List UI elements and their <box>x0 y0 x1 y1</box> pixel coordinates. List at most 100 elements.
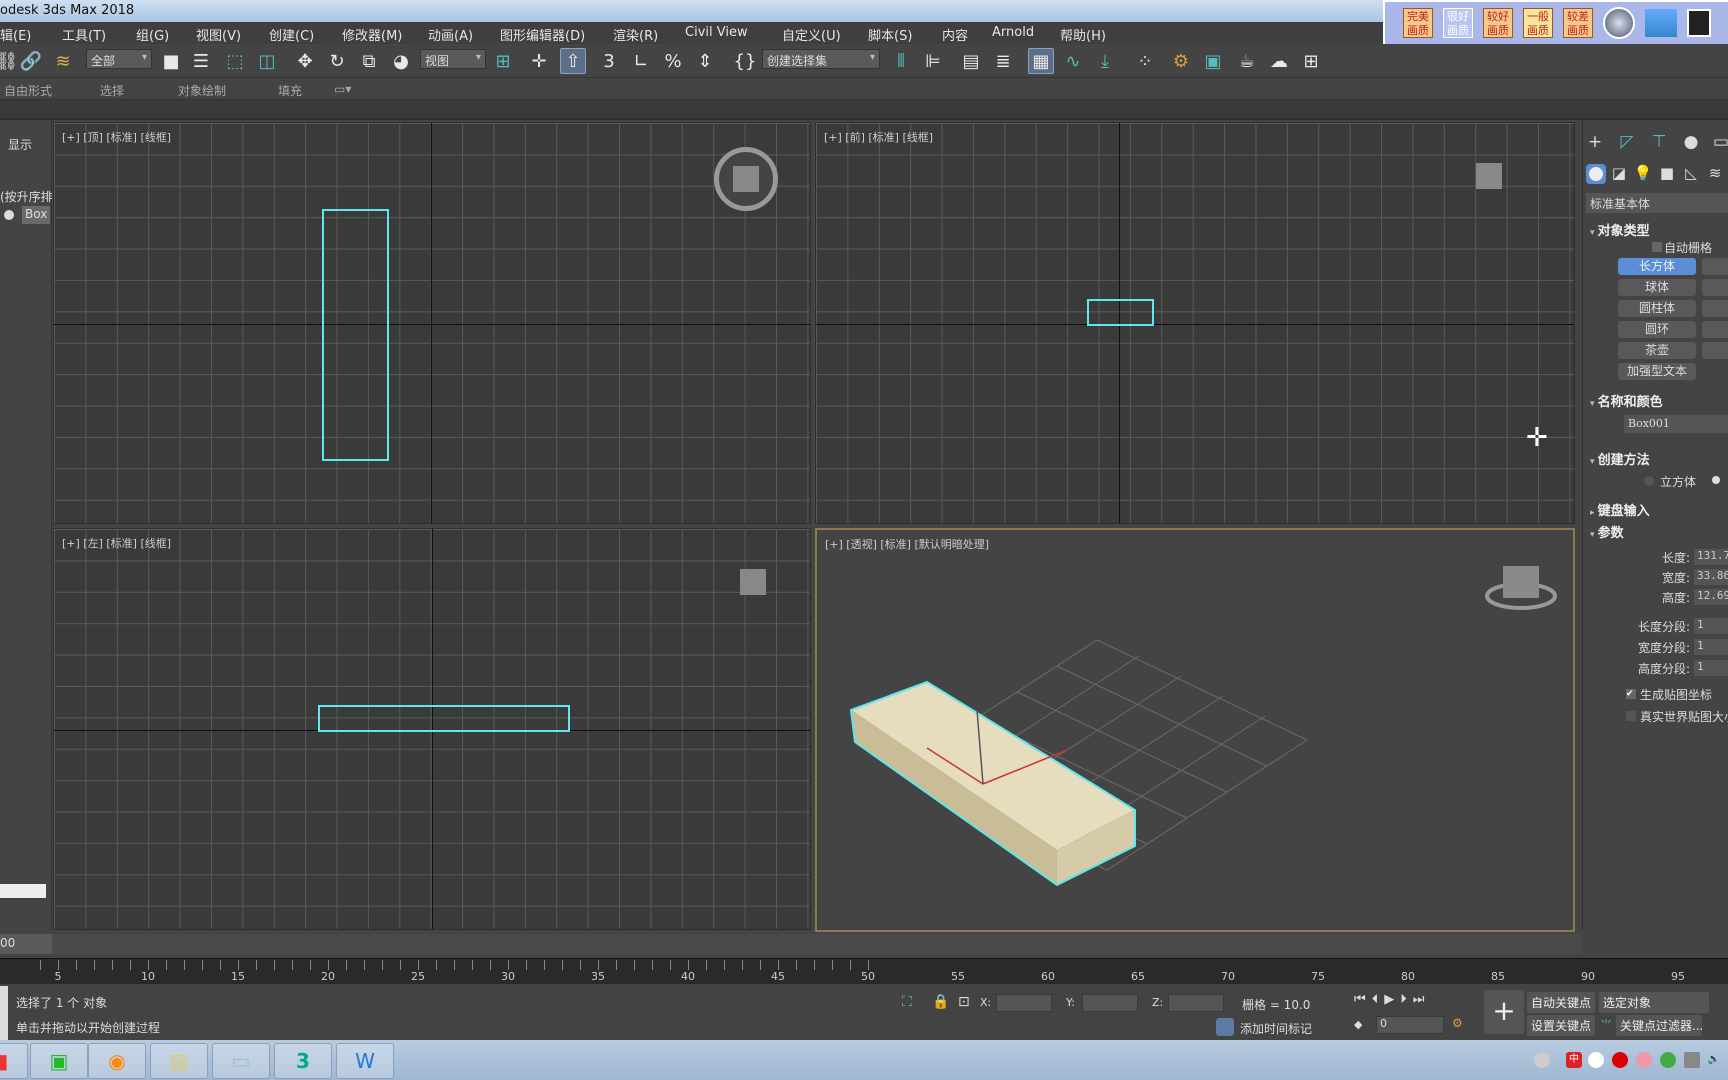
width-input[interactable]: 33.86 <box>1694 569 1728 585</box>
set-key-button[interactable]: 设置关键点 <box>1527 1015 1596 1036</box>
window-crossing-icon[interactable]: ◫ <box>254 48 280 74</box>
taskbar-app-wps[interactable]: W <box>336 1043 394 1079</box>
lights-icon[interactable]: 💡 <box>1632 164 1654 186</box>
curve-editor-icon[interactable]: ∿ <box>1060 48 1086 74</box>
placement-icon[interactable]: ◕ <box>388 48 414 74</box>
quality-normal-button[interactable]: 一般画质 <box>1523 8 1553 38</box>
named-selection-dropdown[interactable]: 创建选择集 <box>762 49 880 69</box>
quality-verygood-button[interactable]: 很好画质 <box>1443 8 1473 38</box>
frame-counter[interactable]: 00 <box>0 934 52 954</box>
spacewarps-icon[interactable]: ≋ <box>1704 164 1726 186</box>
percent-snap-icon[interactable]: % <box>660 48 686 74</box>
tube-button[interactable]: 管 <box>1702 300 1728 317</box>
layer-explorer-icon[interactable]: ≣ <box>990 48 1016 74</box>
visibility-icon[interactable] <box>4 210 14 220</box>
menu-group[interactable]: 组(G) <box>136 25 169 44</box>
menu-tools[interactable]: 工具(T) <box>62 25 106 44</box>
taskbar-app-explorer[interactable]: ▤ <box>150 1043 208 1079</box>
viewcube-perspective[interactable] <box>1485 566 1557 610</box>
menu-view[interactable]: 视图(V) <box>196 25 241 44</box>
snap-3d-icon[interactable]: 3 <box>596 48 622 74</box>
quality-good-button[interactable]: 较好画质 <box>1483 8 1513 38</box>
y-coord-input[interactable] <box>1082 994 1138 1012</box>
scene-sort-header[interactable]: (按升序排 <box>0 188 53 205</box>
cube-radio[interactable] <box>1644 476 1654 486</box>
menu-customize[interactable]: 自定义(U) <box>782 25 841 44</box>
ribbon-tab-freeform[interactable]: 自由形式 <box>4 82 52 99</box>
set-key-big-icon[interactable]: + <box>1484 990 1524 1034</box>
taskbar-app-red[interactable]: ■ <box>0 1043 28 1079</box>
textplus-button[interactable]: 加强型文本 <box>1618 363 1696 380</box>
taskbar-app-notepad[interactable]: ▭ <box>212 1043 270 1079</box>
viewport-label[interactable]: [+] [顶] [标准] [线框] <box>62 129 171 145</box>
keyboard-shortcut-icon[interactable]: ⇧ <box>560 48 586 74</box>
viewport-left[interactable]: [+] [左] [标准] [线框] <box>53 528 811 930</box>
parameters-rollout[interactable]: 参数 <box>1590 522 1624 541</box>
creation-method-rollout[interactable]: 创建方法 <box>1590 449 1650 468</box>
selected-object-dropdown[interactable]: 选定对象 <box>1599 992 1709 1013</box>
width-segs-input[interactable]: 1 <box>1694 639 1728 655</box>
ribbon-tab-populate[interactable]: 填充 <box>278 82 302 99</box>
align-icon[interactable]: ⊫ <box>920 48 946 74</box>
viewcube-left[interactable] <box>740 569 766 595</box>
rotate-icon[interactable]: ↻ <box>324 48 350 74</box>
schematic-icon[interactable]: ⤓ <box>1092 48 1118 74</box>
category-dropdown[interactable]: 标准基本体 <box>1586 193 1728 213</box>
pin-icon[interactable] <box>1603 7 1635 39</box>
render-setup-icon[interactable]: ⚙ <box>1168 48 1194 74</box>
taskbar-app-iqiyi[interactable]: ▣ <box>30 1043 88 1079</box>
add-time-tag[interactable]: 添加时间标记 <box>1240 1020 1312 1037</box>
cameras-icon[interactable]: ■ <box>1656 164 1678 186</box>
time-config-icon[interactable]: ⚙ <box>1452 1016 1463 1030</box>
select-object-icon[interactable]: ■ <box>158 48 184 74</box>
time-tag-icon[interactable] <box>1216 1018 1234 1036</box>
viewcube-front[interactable] <box>1476 163 1502 189</box>
pyramid-button[interactable]: 四 <box>1702 321 1728 338</box>
ribbon-tab-selection[interactable]: 选择 <box>100 82 124 99</box>
viewport-label[interactable]: [+] [左] [标准] [线框] <box>62 535 171 551</box>
flower-tray-icon[interactable] <box>1636 1052 1652 1068</box>
scene-explorer-icon[interactable]: ▤ <box>958 48 984 74</box>
flag-icon[interactable] <box>1687 9 1711 37</box>
taskbar-app-3dsmax[interactable]: 3 <box>274 1043 332 1079</box>
menu-arnold[interactable]: Arnold <box>992 25 1034 40</box>
menu-create[interactable]: 创建(C) <box>269 25 314 44</box>
ribbon-toggle-icon[interactable]: ▦ <box>1028 48 1054 74</box>
scale-icon[interactable]: ⧉ <box>356 48 382 74</box>
viewport-top[interactable]: [+] [顶] [标准] [线框] <box>53 122 811 524</box>
height-segs-input[interactable]: 1 <box>1694 660 1728 676</box>
ribbon-tab-object-paint[interactable]: 对象绘制 <box>178 82 226 99</box>
plane-button[interactable] <box>1702 342 1728 359</box>
ribbon-options-icon[interactable]: ▭▾ <box>334 82 351 96</box>
key-mode-icon[interactable]: ◆ <box>1354 1018 1362 1031</box>
security-tray-icon[interactable] <box>1660 1052 1676 1068</box>
network-tray-icon[interactable] <box>1684 1052 1700 1068</box>
current-frame-input[interactable]: 0 <box>1376 1016 1444 1034</box>
display-tab-icon[interactable]: ▭ <box>1710 132 1728 154</box>
link-icon[interactable]: ⛓ <box>0 48 20 74</box>
menu-rendering[interactable]: 渲染(R) <box>613 25 658 44</box>
box-button[interactable]: 长方体 <box>1618 258 1696 275</box>
rect-selection-icon[interactable]: ⬚ <box>222 48 248 74</box>
scene-display-label[interactable]: 显示 <box>8 136 32 153</box>
render-iterative-icon[interactable]: ⊞ <box>1298 48 1324 74</box>
edit-named-sel-icon[interactable]: {} <box>732 48 758 74</box>
autogrid-checkbox[interactable] <box>1652 242 1662 252</box>
bind-spacewarp-icon[interactable]: ≋ <box>50 48 76 74</box>
geometry-icon[interactable] <box>1586 164 1606 184</box>
ime-tray-icon[interactable]: 中 <box>1566 1052 1582 1068</box>
sphere-button[interactable]: 球体 <box>1618 279 1696 296</box>
geosphere-button[interactable]: 几 <box>1702 279 1728 296</box>
menu-edit[interactable]: 辑(E) <box>0 25 31 44</box>
remote-icon[interactable] <box>1645 9 1677 37</box>
torus-button[interactable]: 圆环 <box>1618 321 1696 338</box>
motion-tab-icon[interactable]: ● <box>1680 132 1702 154</box>
create-tab-icon[interactable]: + <box>1584 132 1606 154</box>
box-radio[interactable] <box>1712 476 1720 484</box>
select-by-name-icon[interactable]: ☰ <box>188 48 214 74</box>
mirror-icon[interactable]: ⫴ <box>888 48 914 74</box>
real-world-checkbox[interactable] <box>1626 711 1636 721</box>
z-coord-input[interactable] <box>1168 994 1224 1012</box>
time-slider[interactable] <box>52 934 1582 954</box>
keyboard-entry-rollout[interactable]: 键盘输入 <box>1590 500 1650 519</box>
